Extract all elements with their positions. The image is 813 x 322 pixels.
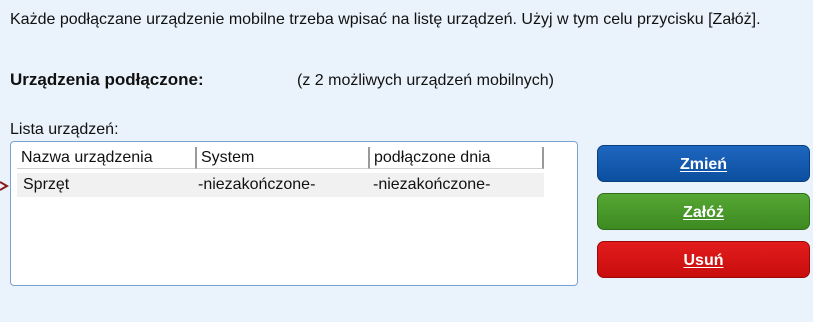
list-item[interactable]: Sprzęt -niezakończone- -niezakończone- — [17, 173, 544, 197]
column-header-device-name[interactable]: Nazwa urządzenia — [17, 147, 197, 169]
pointer-arrow-icon — [0, 181, 10, 191]
column-header-system[interactable]: System — [197, 147, 370, 169]
devices-title: Urządzenia podłączone: — [10, 70, 204, 89]
column-header-connected-date[interactable]: podłączone dnia — [370, 147, 544, 169]
devices-subtitle: (z 2 możliwych urządzeń mobilnych) — [297, 72, 554, 89]
change-button[interactable]: Zmień — [597, 145, 810, 182]
create-button-label: Załóż — [683, 204, 724, 221]
change-button-label: Zmień — [679, 156, 728, 173]
system-cell: -niezakończone- — [198, 176, 316, 193]
delete-button[interactable]: Usuń — [597, 241, 810, 278]
mobile-devices-panel: Każde podłączane urządzenie mobilne trze… — [0, 0, 813, 322]
device-listbox[interactable]: Nazwa urządzenia System podłączone dnia … — [10, 141, 578, 286]
delete-button-label: Usuń — [683, 252, 724, 269]
info-text: Każde podłączane urządzenie mobilne trze… — [10, 11, 761, 28]
create-button[interactable]: Załóż — [597, 193, 810, 230]
connected-date-cell: -niezakończone- — [373, 176, 491, 193]
list-label: Lista urządzeń: — [10, 121, 119, 138]
devices-heading-row: Urządzenia podłączone: (z 2 możliwych ur… — [10, 70, 554, 90]
device-name-cell: Sprzęt — [23, 176, 70, 193]
